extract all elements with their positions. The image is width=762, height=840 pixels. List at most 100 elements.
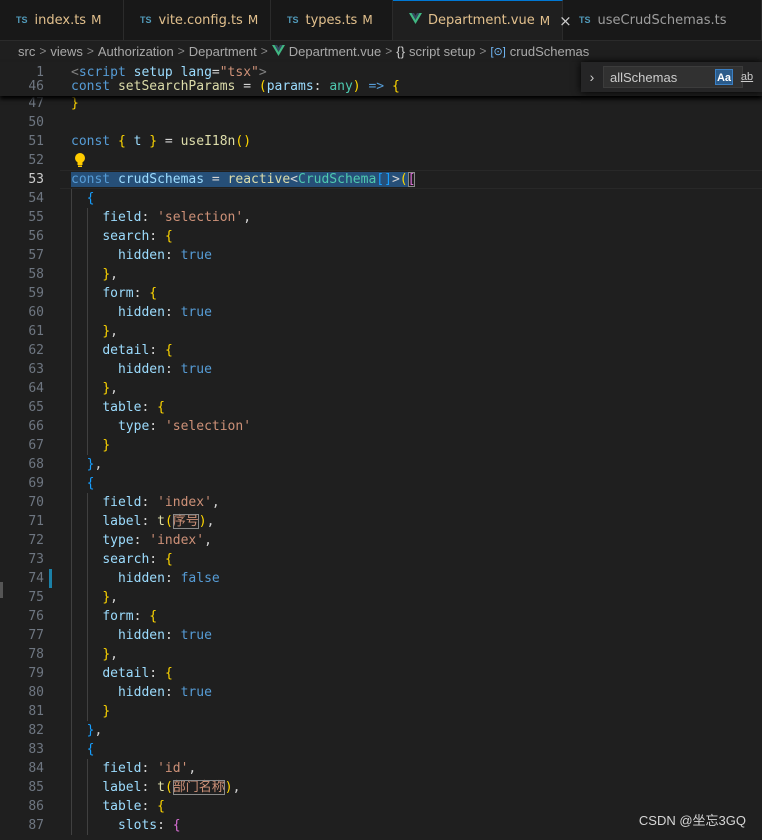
- code-token: slots: [117, 818, 158, 833]
- code-line[interactable]: 81 }: [0, 702, 762, 721]
- code-line[interactable]: 80 hidden: true: [0, 683, 762, 702]
- code-line[interactable]: 62 detail: {: [0, 341, 762, 360]
- line-code: form: {: [71, 607, 157, 626]
- chevron-right-icon: >: [385, 44, 393, 58]
- typescript-file-icon: TS: [579, 15, 591, 25]
- tab-usecrudschemas-ts[interactable]: TS useCrudSchemas.ts: [563, 0, 762, 40]
- tab-department-vue[interactable]: Department.vue M ×: [393, 0, 572, 40]
- code-line[interactable]: 79 detail: {: [0, 664, 762, 683]
- code-line[interactable]: 59 form: {: [0, 284, 762, 303]
- tab-label: types.ts: [305, 12, 358, 28]
- code-line[interactable]: 51 const { t } = useI18n(): [0, 132, 762, 151]
- code-line[interactable]: 76 form: {: [0, 607, 762, 626]
- code-line[interactable]: 61 },: [0, 322, 762, 341]
- code-line[interactable]: 78 },: [0, 645, 762, 664]
- code-token: {: [117, 134, 126, 149]
- line-code: {: [71, 474, 95, 493]
- code-line[interactable]: 68 },: [0, 455, 762, 474]
- line-code: const setSearchParams = (params: any) =>…: [71, 77, 400, 96]
- line-code: hidden: false: [71, 569, 220, 588]
- code-token: {: [164, 229, 173, 244]
- breadcrumb-file[interactable]: Department.vue: [289, 44, 382, 59]
- code-token: true: [180, 362, 212, 377]
- breadcrumb-item[interactable]: Department: [189, 44, 257, 59]
- lightbulb-icon[interactable]: [74, 152, 86, 168]
- code-editor[interactable]: 1 <script setup lang="tsx"> 46 const setSea…: [0, 62, 762, 840]
- code-line[interactable]: 60 hidden: true: [0, 303, 762, 322]
- code-token: }: [149, 134, 158, 149]
- find-input[interactable]: allSchemas Aa ab: [603, 66, 753, 88]
- code-line[interactable]: 67 }: [0, 436, 762, 455]
- code-line[interactable]: 55 field: 'selection',: [0, 208, 762, 227]
- code-token: ,: [232, 780, 241, 795]
- code-line[interactable]: 75 },: [0, 588, 762, 607]
- breadcrumb-section[interactable]: script setup: [409, 44, 475, 59]
- code-line[interactable]: 64 },: [0, 379, 762, 398]
- code-line[interactable]: 77 hidden: true: [0, 626, 762, 645]
- code-token: (: [399, 172, 408, 187]
- line-code: type: 'selection': [71, 417, 251, 436]
- breadcrumb-item[interactable]: src: [18, 44, 35, 59]
- tab-index-ts[interactable]: TS index.ts M: [0, 0, 124, 40]
- code-line[interactable]: 57 hidden: true: [0, 246, 762, 265]
- code-token: false: [180, 571, 220, 586]
- chevron-right-icon: >: [479, 44, 487, 58]
- breadcrumb-symbol[interactable]: crudSchemas: [510, 44, 589, 59]
- code-line[interactable]: 50: [0, 113, 762, 132]
- code-line[interactable]: 58 },: [0, 265, 762, 284]
- code-token: field: [102, 495, 142, 510]
- code-line[interactable]: 72 type: 'index',: [0, 531, 762, 550]
- toggle-replace-chevron-icon[interactable]: ›: [581, 69, 603, 85]
- match-case-button[interactable]: Aa: [715, 69, 733, 85]
- code-line[interactable]: 85 label: t(部门名称),: [0, 778, 762, 797]
- code-line[interactable]: 69 {: [0, 474, 762, 493]
- code-line[interactable]: 54 {: [0, 189, 762, 208]
- code-line[interactable]: 66 type: 'selection': [0, 417, 762, 436]
- modified-badge: M: [247, 13, 259, 27]
- tab-types-ts[interactable]: TS types.ts M: [271, 0, 393, 40]
- breadcrumb-item[interactable]: Authorization: [98, 44, 174, 59]
- chevron-right-icon: >: [260, 44, 268, 58]
- code-line[interactable]: 73 search: {: [0, 550, 762, 569]
- code-line[interactable]: 74 hidden: false: [0, 569, 762, 588]
- code-line[interactable]: 56 search: {: [0, 227, 762, 246]
- code-line[interactable]: 47}: [0, 94, 762, 113]
- code-token: :: [141, 761, 158, 776]
- line-number: 73: [28, 552, 44, 567]
- code-line[interactable]: 70 field: 'index',: [0, 493, 762, 512]
- code-token: :: [164, 628, 181, 643]
- line-code: form: {: [71, 284, 157, 303]
- line-number: 47: [28, 96, 44, 111]
- code-line[interactable]: 71 label: t(序号),: [0, 512, 762, 531]
- typescript-file-icon: TS: [16, 15, 28, 25]
- whole-word-button[interactable]: ab: [738, 69, 756, 85]
- code-line[interactable]: 53 const crudSchemas = reactive<CrudSchem…: [0, 170, 762, 189]
- line-number: 52: [28, 153, 44, 168]
- code-line[interactable]: 52: [0, 151, 762, 170]
- breadcrumb-item[interactable]: views: [50, 44, 83, 59]
- code-token: table: [102, 400, 142, 415]
- code-line[interactable]: 82 },: [0, 721, 762, 740]
- tab-vite-config-ts[interactable]: TS vite.config.ts M: [124, 0, 271, 40]
- code-line[interactable]: 83 {: [0, 740, 762, 759]
- variable-icon: [⊙]: [490, 45, 506, 58]
- code-token: :: [164, 571, 181, 586]
- code-token: table: [102, 799, 142, 814]
- git-change-marker[interactable]: [49, 569, 52, 588]
- code-token: {: [164, 343, 173, 358]
- code-token: search: [102, 552, 150, 567]
- line-number: 86: [28, 799, 44, 814]
- code-token: ): [224, 780, 233, 795]
- code-line[interactable]: 63 hidden: true: [0, 360, 762, 379]
- code-token: form: [102, 286, 134, 301]
- line-number: 75: [28, 590, 44, 605]
- code-line[interactable]: 84 field: 'id',: [0, 759, 762, 778]
- line-number: 82: [28, 723, 44, 738]
- code-token: :: [164, 305, 181, 320]
- code-line[interactable]: 65 table: {: [0, 398, 762, 417]
